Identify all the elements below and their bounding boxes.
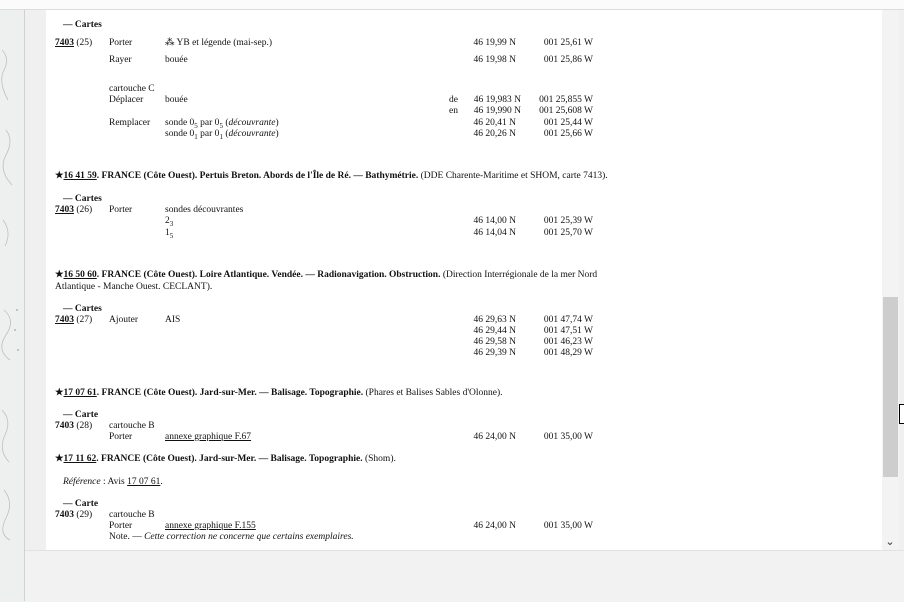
note-line: Note. — Cette correction ne concerne que… (109, 532, 354, 542)
background-map-strip (0, 10, 25, 601)
longitude: 001 25,44 W (543, 118, 593, 128)
entry-number: (25) (76, 38, 93, 48)
notice-ref-link[interactable]: 17 11 62 (64, 454, 97, 464)
star-icon: ★ (55, 388, 64, 398)
notice-source-continued: Atlantique - Manche Ouest. CECLANT). (55, 282, 213, 292)
window-top-bar (0, 0, 904, 10)
longitude: 001 25,86 W (543, 55, 593, 65)
chart-number-link[interactable]: 7403 (55, 205, 74, 215)
document-page: — Cartes 7403 (25) Porter ⁂ YB et légend… (46, 10, 882, 550)
section-header-cartes: — Cartes (63, 20, 102, 30)
latitude: 46 14,04 N (473, 228, 517, 238)
latitude: 46 29,39 N (473, 348, 517, 358)
action-label: Déplacer (109, 95, 144, 105)
latitude: 46 19,990 N (473, 106, 521, 116)
action-label: Porter (109, 38, 133, 48)
action-label: Porter (109, 432, 133, 442)
notice-title: ★16 41 59. FRANCE (Côte Ouest). Pertuis … (55, 171, 608, 181)
sounding-replacement: sonde 01 par 01 (découvrante) (165, 129, 279, 141)
reference-line: Référence : Avis 17 07 61. (63, 477, 163, 487)
object-label: sondes découvrantes (165, 205, 244, 215)
window-bottom-area (25, 550, 904, 602)
section-header-cartes: — Cartes (63, 304, 102, 314)
action-label: Ajouter (109, 315, 139, 325)
latitude: 46 14,00 N (473, 216, 517, 226)
chart-number-link[interactable]: 7403 (55, 38, 74, 48)
chart-ref: 7403 (27) (55, 315, 93, 325)
latitude: 46 20,26 N (473, 129, 517, 139)
reference-link[interactable]: 17 07 61 (127, 477, 160, 487)
action-label: Remplacer (109, 118, 151, 128)
cartouche-label: cartouche B (109, 510, 155, 520)
latitude: 46 24,00 N (473, 521, 517, 531)
notice-title: ★17 07 61. FRANCE (Côte Ouest). Jard-sur… (55, 388, 503, 398)
latitude: 46 19,99 N (473, 38, 517, 48)
section-header-carte: — Carte (63, 410, 99, 420)
star-icon: ★ (55, 171, 64, 181)
notice-ref-link[interactable]: 16 50 60 (64, 270, 97, 280)
longitude: 001 46,23 W (543, 337, 593, 347)
latitude: 46 19,98 N (473, 55, 517, 65)
star-icon: ★ (55, 270, 64, 280)
action-label: Porter (109, 521, 133, 531)
action-label: Rayer (109, 55, 132, 65)
longitude: 001 25,608 W (539, 106, 593, 116)
longitude: 001 25,855 W (539, 95, 593, 105)
annex-link[interactable]: annexe graphique F.155 (165, 521, 256, 532)
object-label: bouée (165, 55, 188, 65)
vertical-scrollbar-thumb[interactable] (883, 297, 898, 477)
latitude: 46 29,44 N (473, 326, 517, 336)
longitude: 001 35,00 W (543, 432, 593, 442)
text-cursor-icon (899, 404, 904, 424)
chart-ref: 7403 (28) (55, 421, 93, 431)
notice-ref-link[interactable]: 17 07 61 (64, 388, 97, 398)
latitude: 46 20,41 N (473, 118, 517, 128)
longitude: 001 25,66 W (543, 129, 593, 139)
chart-ref: 7403 (25) (55, 38, 92, 49)
latitude: 46 24,00 N (473, 432, 517, 442)
chart-number-link[interactable]: 7403 (55, 315, 74, 325)
longitude: 001 47,51 W (543, 326, 593, 336)
object-label: AIS (165, 315, 181, 325)
annex-link[interactable]: annexe graphique F.67 (165, 432, 251, 443)
section-header-carte: — Carte (63, 499, 99, 509)
longitude: 001 35,00 W (543, 521, 593, 531)
action-label: Porter (109, 205, 133, 215)
latitude: 46 19,983 N (473, 95, 521, 105)
object-label: ⁂ YB et légende (mai-sep.) (165, 38, 273, 48)
longitude: 001 25,39 W (543, 216, 593, 226)
cartouche-label: cartouche B (109, 421, 155, 431)
notice-title: ★16 50 60. FRANCE (Côte Ouest). Loire At… (55, 270, 598, 280)
longitude: 001 25,61 W (543, 38, 593, 48)
longitude: 001 47,74 W (543, 315, 593, 325)
latitude: 46 29,58 N (473, 337, 517, 347)
star-icon: ★ (55, 454, 64, 464)
notice-ref-link[interactable]: 16 41 59 (64, 171, 97, 181)
cartouche-label: cartouche C (109, 84, 155, 94)
sounding-value: 15 (165, 228, 174, 240)
latitude: 46 29,63 N (473, 315, 517, 325)
object-label: bouée (165, 95, 188, 105)
chart-ref: 7403 (29) (55, 510, 93, 520)
longitude: 001 25,70 W (543, 228, 593, 238)
chart-ref: 7403 (26) (55, 205, 93, 215)
section-header-cartes: — Cartes (63, 194, 102, 204)
scroll-down-chevron-icon[interactable]: ⌄ (884, 535, 896, 549)
longitude: 001 48,29 W (543, 348, 593, 358)
notice-title: ★17 11 62. FRANCE (Côte Ouest). Jard-sur… (55, 454, 396, 464)
